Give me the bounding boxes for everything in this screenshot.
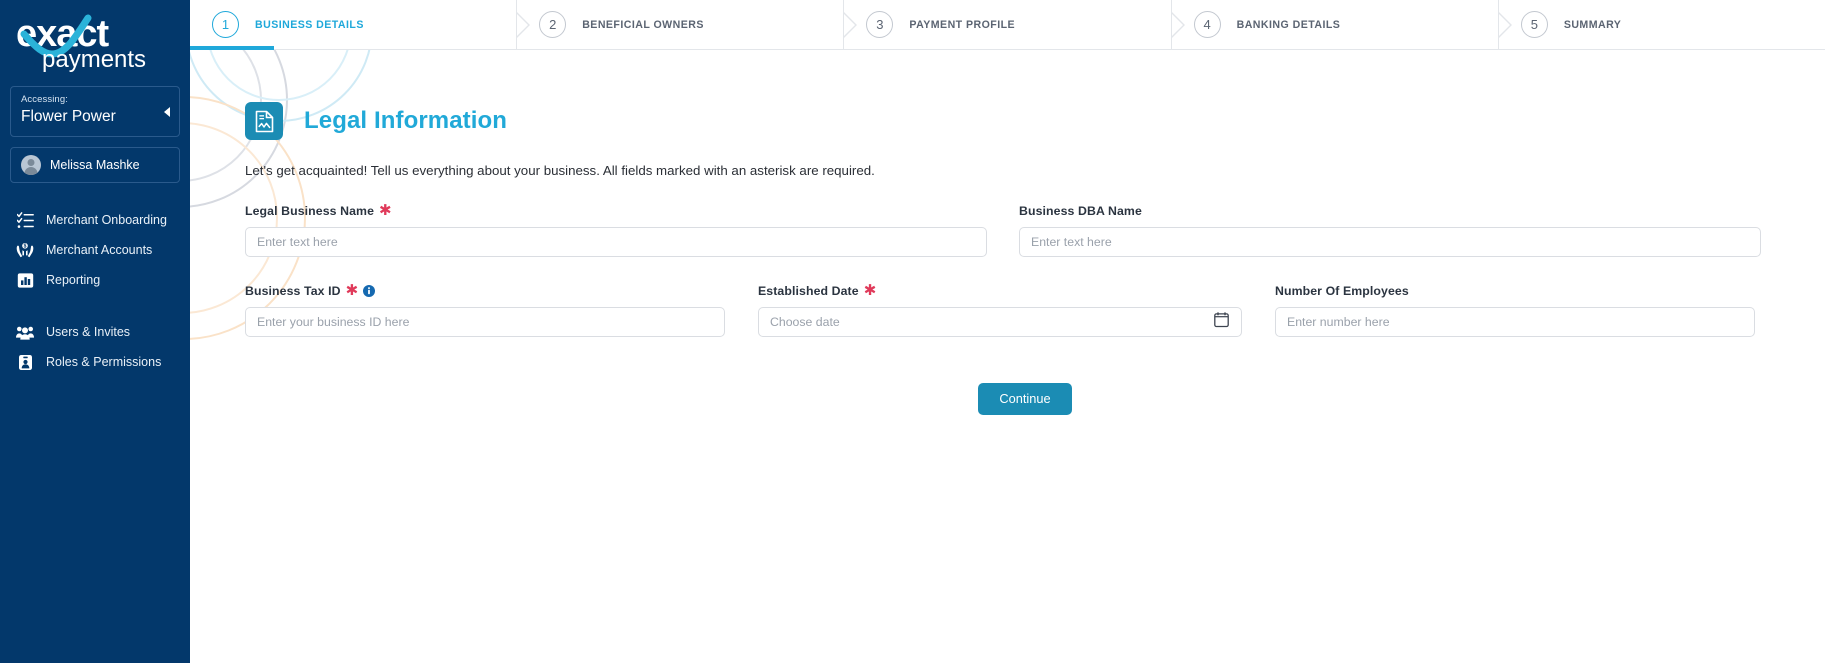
sidebar-item-merchant-accounts[interactable]: $ Merchant Accounts xyxy=(0,235,190,265)
sidebar-item-label: Roles & Permissions xyxy=(46,355,162,369)
app-root: exact e payments Accessing: Flower Power… xyxy=(0,0,1825,663)
field-label: Established Date ✱ xyxy=(758,282,1242,299)
field-label: Business Tax ID ✱ xyxy=(245,282,725,299)
column-gap xyxy=(987,204,1019,257)
sidebar-item-reporting[interactable]: Reporting xyxy=(0,265,190,295)
step-summary[interactable]: 5 SUMMARY xyxy=(1497,0,1825,49)
business-dba-name-input[interactable]: Enter text here xyxy=(1019,227,1761,257)
org-name: Flower Power xyxy=(21,108,116,125)
required-asterisk: ✱ xyxy=(345,282,359,299)
stepper: 1 BUSINESS DETAILS 2 BENEFICIAL OWNERS 3… xyxy=(190,0,1825,50)
continue-button[interactable]: Continue xyxy=(978,383,1072,415)
field-business-tax-id: Business Tax ID ✱ Enter your business ID… xyxy=(245,282,725,337)
input-placeholder: Enter your business ID here xyxy=(257,315,410,329)
exact-payments-logo-icon: exact e payments xyxy=(16,14,146,72)
user-menu[interactable]: Melissa Mashke xyxy=(10,147,180,183)
field-label-text: Business DBA Name xyxy=(1019,204,1142,218)
number-of-employees-input[interactable]: Enter number here xyxy=(1275,307,1755,337)
field-number-of-employees: Number Of Employees Enter number here xyxy=(1275,284,1755,337)
sidebar-item-label: Reporting xyxy=(46,273,101,287)
step-number: 1 xyxy=(212,11,239,38)
field-label: Legal Business Name ✱ xyxy=(245,202,987,219)
sidebar-item-label: Merchant Onboarding xyxy=(46,213,167,227)
field-legal-business-name: Legal Business Name ✱ Enter text here xyxy=(245,202,987,257)
field-label-text: Number Of Employees xyxy=(1275,284,1409,298)
chevron-right-icon xyxy=(843,11,858,38)
field-label: Number Of Employees xyxy=(1275,284,1755,298)
brand-logo[interactable]: exact e payments xyxy=(0,6,190,82)
required-asterisk: ✱ xyxy=(863,282,877,299)
nav-group-primary: Merchant Onboarding $ Merchant Accounts xyxy=(0,205,190,295)
sidebar-item-users-invites[interactable]: Users & Invites xyxy=(0,317,190,347)
sidebar-item-label: Users & Invites xyxy=(46,325,131,339)
step-label: PAYMENT PROFILE xyxy=(909,18,1016,31)
checklist-icon xyxy=(16,211,34,229)
page-header: Legal Information xyxy=(245,102,1825,140)
input-placeholder: Enter number here xyxy=(1287,315,1390,329)
step-payment-profile[interactable]: 3 PAYMENT PROFILE xyxy=(843,0,1170,49)
field-label-text: Legal Business Name xyxy=(245,204,375,218)
chevron-left-icon xyxy=(164,106,170,117)
column-gap xyxy=(725,284,758,337)
business-tax-id-input[interactable]: Enter your business ID here xyxy=(245,307,725,337)
svg-text:payments: payments xyxy=(42,46,146,72)
step-number: 2 xyxy=(539,11,567,38)
active-step-underline xyxy=(190,46,274,50)
step-number: 5 xyxy=(1520,11,1548,38)
sidebar: exact e payments Accessing: Flower Power… xyxy=(0,0,190,663)
bar-chart-icon xyxy=(16,271,34,289)
hands-money-icon: $ xyxy=(16,241,34,259)
field-established-date: Established Date ✱ Choose date xyxy=(758,282,1242,337)
sidebar-item-merchant-onboarding[interactable]: Merchant Onboarding xyxy=(0,205,190,235)
step-label: BUSINESS DETAILS xyxy=(255,18,364,31)
step-business-details[interactable]: 1 BUSINESS DETAILS xyxy=(190,0,516,50)
chevron-right-icon xyxy=(1497,11,1512,38)
page-subtitle: Let's get acquainted! Tell us everything… xyxy=(245,163,875,178)
legal-information-form: Legal Business Name ✱ Enter text here Bu… xyxy=(245,202,1825,415)
id-badge-icon xyxy=(16,353,34,371)
form-row-1: Legal Business Name ✱ Enter text here Bu… xyxy=(245,202,1825,257)
field-label-text: Established Date xyxy=(758,284,859,298)
sidebar-nav: Merchant Onboarding $ Merchant Accounts xyxy=(0,205,190,377)
input-placeholder: Choose date xyxy=(770,315,840,329)
step-label: SUMMARY xyxy=(1563,18,1622,31)
nav-group-admin: Users & Invites Roles & Permissions xyxy=(0,317,190,377)
legal-business-name-input[interactable]: Enter text here xyxy=(245,227,987,257)
svg-text:$: $ xyxy=(24,243,27,249)
step-banking-details[interactable]: 4 BANKING DETAILS xyxy=(1170,0,1498,49)
avatar xyxy=(21,155,41,175)
sidebar-item-label: Merchant Accounts xyxy=(46,243,153,257)
calendar-icon[interactable] xyxy=(1214,312,1229,333)
input-placeholder: Enter text here xyxy=(257,235,338,249)
chevron-right-icon xyxy=(1170,11,1185,38)
user-name: Melissa Mashke xyxy=(50,158,140,172)
step-number: 4 xyxy=(1193,11,1221,38)
accessing-label: Accessing: xyxy=(21,94,68,105)
chevron-right-icon xyxy=(516,11,531,38)
main-content: 1 BUSINESS DETAILS 2 BENEFICIAL OWNERS 3… xyxy=(190,0,1825,663)
step-number: 3 xyxy=(866,11,894,38)
page-content: Legal Information Let's get acquainted! … xyxy=(190,50,1825,415)
form-row-2: Business Tax ID ✱ Enter your business ID… xyxy=(245,282,1825,337)
established-date-input[interactable]: Choose date xyxy=(758,307,1242,337)
form-actions: Continue xyxy=(245,383,1805,415)
field-label: Business DBA Name xyxy=(1019,204,1761,218)
input-placeholder: Enter text here xyxy=(1031,235,1112,249)
document-legal-icon xyxy=(245,102,283,140)
field-label-text: Business Tax ID xyxy=(245,284,341,298)
step-label: BENEFICIAL OWNERS xyxy=(582,18,704,31)
page-title: Legal Information xyxy=(304,107,508,134)
users-icon xyxy=(16,323,34,341)
column-gap xyxy=(1242,284,1275,337)
field-business-dba-name: Business DBA Name Enter text here xyxy=(1019,204,1761,257)
org-switcher[interactable]: Accessing: Flower Power xyxy=(10,86,180,137)
required-asterisk: ✱ xyxy=(379,202,392,219)
info-icon[interactable] xyxy=(363,285,376,297)
step-label: BANKING DETAILS xyxy=(1236,18,1341,31)
sidebar-item-roles-permissions[interactable]: Roles & Permissions xyxy=(0,347,190,377)
step-beneficial-owners[interactable]: 2 BENEFICIAL OWNERS xyxy=(516,0,843,49)
